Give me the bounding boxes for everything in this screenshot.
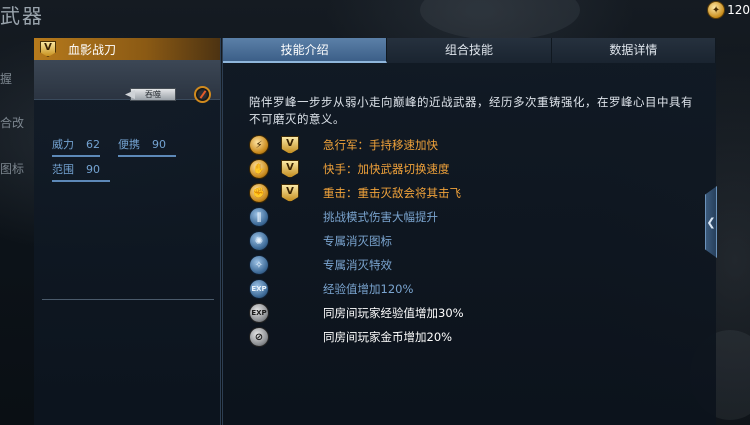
- skill-text: 经验值增加120%: [323, 282, 414, 296]
- background-menu-item[interactable]: 图标: [0, 160, 24, 177]
- kill-mark-icon: ✺: [249, 231, 269, 251]
- skill-text: 同房间玩家经验值增加30%: [323, 306, 464, 320]
- skill-item: ✋ V 快手：加快武器切换速度: [249, 159, 509, 179]
- vip-badge-icon: V: [40, 41, 56, 57]
- tab-skill-intro[interactable]: 技能介绍: [223, 38, 388, 63]
- exp-icon: EXP: [249, 279, 269, 299]
- wing-icon: [125, 90, 135, 99]
- skill-item: ✺ 专属消灭图标: [249, 231, 509, 251]
- skill-item: ∥ 挑战模式伤害大幅提升: [249, 207, 509, 227]
- skill-text: 同房间玩家金币增加20%: [323, 330, 453, 344]
- runner-icon: ⚡: [249, 135, 269, 155]
- kill-effect-icon: ✧: [249, 255, 269, 275]
- tab-combo-skills[interactable]: 组合技能: [387, 38, 552, 63]
- info-panel: 技能介绍 组合技能 数据详情 陪伴罗峰一步步从弱小走向巅峰的近战武器，经历多次重…: [222, 38, 716, 425]
- background-menu-item[interactable]: 合改: [0, 114, 24, 131]
- weapon-name: 血影战刀: [68, 42, 117, 57]
- weapon-description: 陪伴罗峰一步步从弱小走向巅峰的近战武器，经历多次重铸强化，在罗峰心目中具有不可磨…: [249, 95, 693, 126]
- stat-value: 90: [152, 138, 166, 151]
- stat-label: 便携: [118, 138, 140, 151]
- skill-item: ✊ V 重击：重击灭敌会将其击飞: [249, 183, 509, 203]
- vip-badge-icon: V: [281, 160, 299, 178]
- compass-icon: [199, 90, 206, 99]
- skill-text: 专属消灭特效: [323, 258, 392, 272]
- stat-portability: 便携 90: [118, 136, 176, 157]
- room-coin-icon: ⊘: [249, 327, 269, 347]
- heavy-strike-icon: ✊: [249, 183, 269, 203]
- equip-tag-button[interactable]: 吞噬: [125, 88, 176, 101]
- screen-title: 武器: [0, 4, 44, 28]
- tab-data-details[interactable]: 数据详情: [551, 38, 716, 63]
- skill-item: EXP 同房间玩家经验值增加30%: [249, 303, 509, 323]
- divider: [42, 299, 214, 300]
- vip-badge-icon: V: [281, 136, 299, 154]
- room-exp-icon: EXP: [249, 303, 269, 323]
- skill-item: ⚡ V 急行军：手持移速加快: [249, 135, 509, 155]
- vip-badge-icon: V: [281, 184, 299, 202]
- skill-item: ⊘ 同房间玩家金币增加20%: [249, 327, 509, 347]
- currency-value: 120: [727, 3, 750, 17]
- stat-label: 范围: [52, 163, 74, 176]
- tab-bar: 技能介绍 组合技能 数据详情: [223, 38, 716, 63]
- stat-value: 62: [86, 138, 100, 151]
- chevron-left-icon: ❮: [706, 215, 716, 229]
- skill-item: EXP 经验值增加120%: [249, 279, 509, 299]
- currency-display: ✦ 120: [707, 0, 750, 20]
- skill-text: 专属消灭图标: [323, 234, 392, 248]
- skill-text: 快手：加快武器切换速度: [323, 162, 450, 176]
- stat-label: 威力: [52, 138, 74, 151]
- skill-item: ✧ 专属消灭特效: [249, 255, 509, 275]
- equip-tag-label: 吞噬: [145, 90, 161, 99]
- background-menu-item[interactable]: 握: [0, 70, 12, 87]
- skill-text: 急行军：手持移速加快: [323, 138, 438, 152]
- claw-damage-icon: ∥: [249, 207, 269, 227]
- coin-icon: ✦: [707, 1, 726, 19]
- skill-text: 重击：重击灭敌会将其击飞: [323, 186, 461, 200]
- skill-text: 挑战模式伤害大幅提升: [323, 210, 438, 224]
- stat-range: 范围 90: [52, 161, 110, 182]
- weapon-header: V 血影战刀: [34, 38, 220, 60]
- weapon-preview: 吞噬: [34, 60, 220, 103]
- weapon-panel: V 血影战刀 吞噬 威力 62 便携 90 范围 90: [34, 38, 221, 425]
- fast-hand-icon: ✋: [249, 159, 269, 179]
- collapse-handle-button[interactable]: ❮: [705, 186, 717, 258]
- stat-value: 90: [86, 163, 100, 176]
- compass-button[interactable]: [194, 86, 211, 103]
- stat-power: 威力 62: [52, 136, 100, 157]
